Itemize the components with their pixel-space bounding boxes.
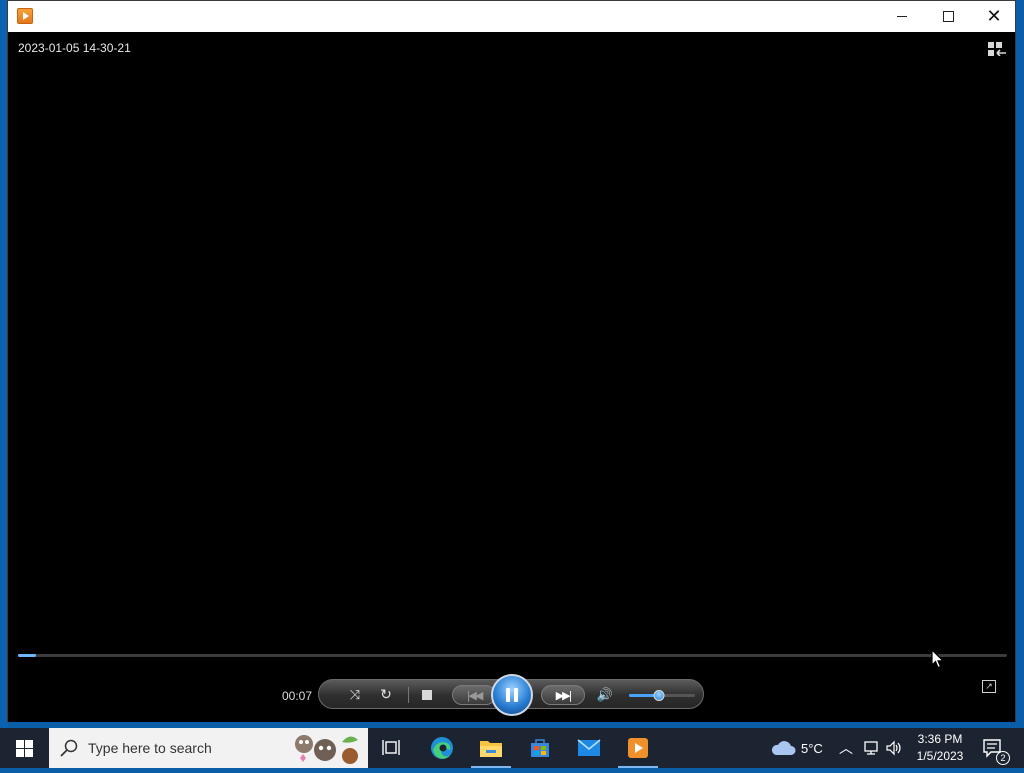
minimize-icon [897, 16, 907, 17]
seek-progress [18, 654, 36, 657]
show-hidden-icons-button[interactable]: ︿ [839, 728, 853, 768]
close-button[interactable]: ✕ [971, 1, 1017, 32]
mute-button[interactable]: 🔊 [595, 685, 615, 705]
chevron-up-icon: ︿ [839, 741, 853, 757]
clock[interactable]: 3:36 PM 1/5/2023 [904, 731, 976, 765]
taskbar: Type here to search 5°C ︿ 3:36 PM 1/5/20… [0, 728, 1024, 768]
media-player-app-icon[interactable] [17, 8, 33, 24]
store-bag-icon [531, 739, 549, 757]
mouse-cursor-icon [931, 649, 945, 669]
weather-widget[interactable]: 5°C [770, 728, 823, 768]
windows-logo-icon [15, 739, 33, 757]
previous-icon: |◀◀ [466, 688, 484, 702]
maximize-button[interactable] [925, 1, 971, 32]
switch-to-library-icon[interactable] [988, 42, 1006, 56]
volume-slider-handle[interactable] [653, 690, 665, 701]
shuffle-icon: ⤨ [349, 687, 361, 703]
next-icon: ▶▶| [555, 688, 573, 702]
temperature-text: 5°C [801, 740, 823, 756]
video-title: 2023-01-05 14-30-21 [18, 41, 131, 55]
media-player-window: ✕ 2023-01-05 14-30-21 00:07 ⤨ ↻ |◀◀ ▶▶| … [7, 0, 1016, 722]
media-player-icon [628, 738, 648, 758]
task-view-icon [382, 740, 400, 755]
microsoft-store-button[interactable] [516, 728, 564, 768]
clock-date: 1/5/2023 [916, 749, 964, 763]
seek-bar[interactable] [18, 654, 1007, 657]
cloud-icon [771, 741, 796, 755]
file-explorer-button[interactable] [467, 728, 515, 768]
playback-controls: ⤨ ↻ |◀◀ ▶▶| 🔊 [318, 674, 704, 716]
title-bar[interactable]: ✕ [8, 1, 1015, 32]
notification-count-badge: 2 [996, 751, 1010, 765]
previous-button[interactable]: |◀◀ [452, 685, 496, 705]
mail-button[interactable] [565, 728, 613, 768]
network-button[interactable] [862, 728, 880, 768]
action-center-button[interactable]: 2 [980, 728, 1024, 768]
video-area[interactable]: 2023-01-05 14-30-21 00:07 ⤨ ↻ |◀◀ ▶▶| 🔊 [8, 32, 1015, 722]
stop-icon [422, 690, 432, 700]
shuffle-button[interactable]: ⤨ [343, 685, 367, 705]
pause-button[interactable] [491, 674, 533, 716]
close-icon: ✕ [986, 5, 1002, 27]
volume-slider[interactable] [629, 690, 695, 701]
stop-button[interactable] [417, 685, 437, 705]
media-player-taskbar-button[interactable] [614, 728, 662, 768]
volume-tray-button[interactable] [885, 728, 903, 768]
pause-icon [506, 688, 518, 702]
minimize-button[interactable] [879, 1, 925, 32]
clock-time: 3:36 PM [917, 732, 963, 746]
search-box[interactable]: Type here to search [49, 728, 368, 768]
folder-icon [480, 741, 502, 757]
search-placeholder: Type here to search [88, 740, 212, 756]
repeat-button[interactable]: ↻ [374, 685, 398, 705]
search-icon [60, 739, 78, 757]
divider [408, 687, 409, 703]
volume-tray-icon [886, 740, 901, 756]
edge-browser-icon [431, 737, 453, 759]
start-button[interactable] [0, 728, 48, 768]
search-highlight-illustration-icon[interactable] [292, 730, 366, 766]
edge-button[interactable] [418, 728, 466, 768]
mail-icon [577, 739, 601, 756]
task-view-button[interactable] [368, 728, 416, 768]
elapsed-time: 00:07 [282, 689, 313, 703]
maximize-icon [942, 11, 954, 22]
repeat-icon: ↻ [380, 687, 392, 703]
speaker-icon: 🔊 [596, 687, 614, 703]
next-button[interactable]: ▶▶| [541, 685, 585, 705]
fullscreen-icon[interactable]: ↗ [982, 680, 996, 693]
network-icon [864, 741, 878, 755]
